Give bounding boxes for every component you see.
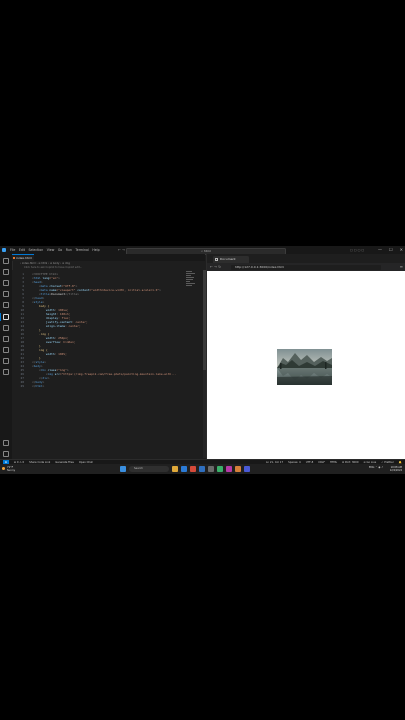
search-icon[interactable] bbox=[3, 269, 9, 275]
tab-label: index.html bbox=[16, 256, 32, 260]
copilot-icon[interactable] bbox=[3, 325, 9, 331]
menu-run[interactable]: Run bbox=[66, 248, 72, 252]
tab-index-html[interactable]: index.html bbox=[12, 254, 34, 261]
menu-go[interactable]: Go bbox=[58, 248, 62, 252]
landscape-illustration bbox=[277, 349, 332, 385]
preview-toolbar: ← → ↻ http://127.0.0.1:3000/index.html ≡ bbox=[207, 263, 405, 271]
settings-gear-icon[interactable] bbox=[3, 451, 9, 457]
menu-edit[interactable]: Edit bbox=[19, 248, 25, 252]
app-icon[interactable] bbox=[226, 465, 232, 472]
python-icon[interactable] bbox=[3, 369, 9, 375]
account-icon[interactable] bbox=[3, 440, 9, 446]
minimap-line bbox=[186, 275, 191, 276]
run-debug-icon[interactable] bbox=[3, 291, 9, 297]
live-preview-panel: Document ← → ↻ http://127.0.0.1:3000/ind… bbox=[207, 254, 405, 459]
remote-explorer-icon[interactable] bbox=[3, 336, 9, 342]
taskbar-search[interactable]: Search bbox=[129, 465, 169, 472]
taskbar-apps: Search bbox=[120, 465, 250, 472]
menu-bar: File Edit Selection View Go Run Terminal… bbox=[10, 248, 103, 252]
start-windows-icon[interactable] bbox=[120, 465, 126, 472]
clock-date: 12/2/2024 bbox=[389, 468, 402, 472]
windows-taskbar: 71°F Sunny Search ENG ⌃ ◉ ♪ 10:08 AM 12/… bbox=[0, 464, 405, 474]
minimize-button[interactable]: — bbox=[378, 247, 382, 252]
vscode-taskbar-icon[interactable] bbox=[199, 465, 205, 472]
active-indicator bbox=[0, 313, 1, 321]
minimap[interactable] bbox=[186, 270, 196, 300]
live-preview-icon[interactable] bbox=[3, 314, 9, 320]
app-icon[interactable] bbox=[244, 465, 250, 472]
layout-toggle-icons[interactable]: ▢ ▢ ▢ ▢ bbox=[350, 248, 364, 252]
code-token: > bbox=[42, 384, 45, 388]
code-editor[interactable]: 1 <!DOCTYPE html> 2 <html lang="en"> 3 <hea… bbox=[12, 270, 205, 459]
mountain-lake-image bbox=[277, 349, 332, 385]
clock[interactable]: 10:08 AM 12/2/2024 bbox=[390, 466, 402, 472]
vscode-logo-icon bbox=[2, 247, 6, 252]
copilot-hint[interactable]: Click here to ask Copilot to have Copilo… bbox=[24, 266, 82, 269]
testing-icon[interactable] bbox=[3, 347, 9, 353]
system-tray[interactable]: ENG ⌃ ◉ ♪ bbox=[369, 466, 383, 469]
close-button[interactable]: ✕ bbox=[400, 247, 403, 252]
history-nav-arrows[interactable]: ← → bbox=[118, 248, 125, 252]
minimap-line bbox=[186, 277, 194, 278]
preview-tab-bar: Document bbox=[207, 254, 405, 263]
minimap-line bbox=[186, 285, 192, 286]
editor-tab-bar: index.html bbox=[12, 254, 205, 261]
weather-condition: Sunny bbox=[7, 468, 16, 472]
file-explorer-icon[interactable] bbox=[172, 465, 178, 472]
window-controls: — ☐ ✕ bbox=[378, 247, 403, 252]
edge-browser-icon[interactable] bbox=[181, 465, 187, 472]
menu-view[interactable]: View bbox=[47, 248, 55, 252]
maximize-button[interactable]: ☐ bbox=[389, 247, 393, 252]
preview-url-bar[interactable]: http://127.0.0.1:3000/index.html bbox=[231, 264, 381, 270]
page-icon bbox=[215, 257, 218, 261]
minimap-line bbox=[186, 279, 193, 280]
store-icon[interactable] bbox=[208, 465, 214, 472]
minimap-line bbox=[186, 273, 195, 274]
menu-file[interactable]: File bbox=[10, 248, 15, 252]
sun-icon bbox=[2, 466, 5, 470]
line-number: 29 bbox=[20, 384, 24, 388]
docker-icon[interactable] bbox=[3, 358, 9, 364]
preview-menu-icon[interactable]: ≡ bbox=[400, 264, 403, 269]
source-control-icon[interactable] bbox=[3, 280, 9, 286]
desktop-screen: File Edit Selection View Go Run Terminal… bbox=[0, 246, 405, 474]
menu-terminal[interactable]: Terminal bbox=[75, 248, 88, 252]
minimap-line bbox=[186, 283, 195, 284]
app-icon[interactable] bbox=[217, 465, 223, 472]
app-icon[interactable] bbox=[235, 465, 241, 472]
explorer-icon[interactable] bbox=[3, 258, 9, 264]
chrome-browser-icon[interactable] bbox=[190, 465, 196, 472]
title-bar: File Edit Selection View Go Run Terminal… bbox=[0, 246, 405, 255]
minimap-line bbox=[186, 271, 192, 272]
preview-nav-buttons[interactable]: ← → ↻ bbox=[210, 265, 221, 269]
weather-widget[interactable]: 71°F Sunny bbox=[2, 466, 16, 472]
preview-tab-label: Document bbox=[220, 256, 236, 261]
code-line: 29 </html> bbox=[12, 384, 192, 388]
menu-help[interactable]: Help bbox=[92, 248, 99, 252]
minimap-line bbox=[186, 281, 190, 282]
html-file-icon bbox=[13, 257, 15, 259]
preview-tab[interactable]: Document bbox=[213, 255, 249, 263]
menu-selection[interactable]: Selection bbox=[29, 248, 44, 252]
extensions-icon[interactable] bbox=[3, 302, 9, 308]
